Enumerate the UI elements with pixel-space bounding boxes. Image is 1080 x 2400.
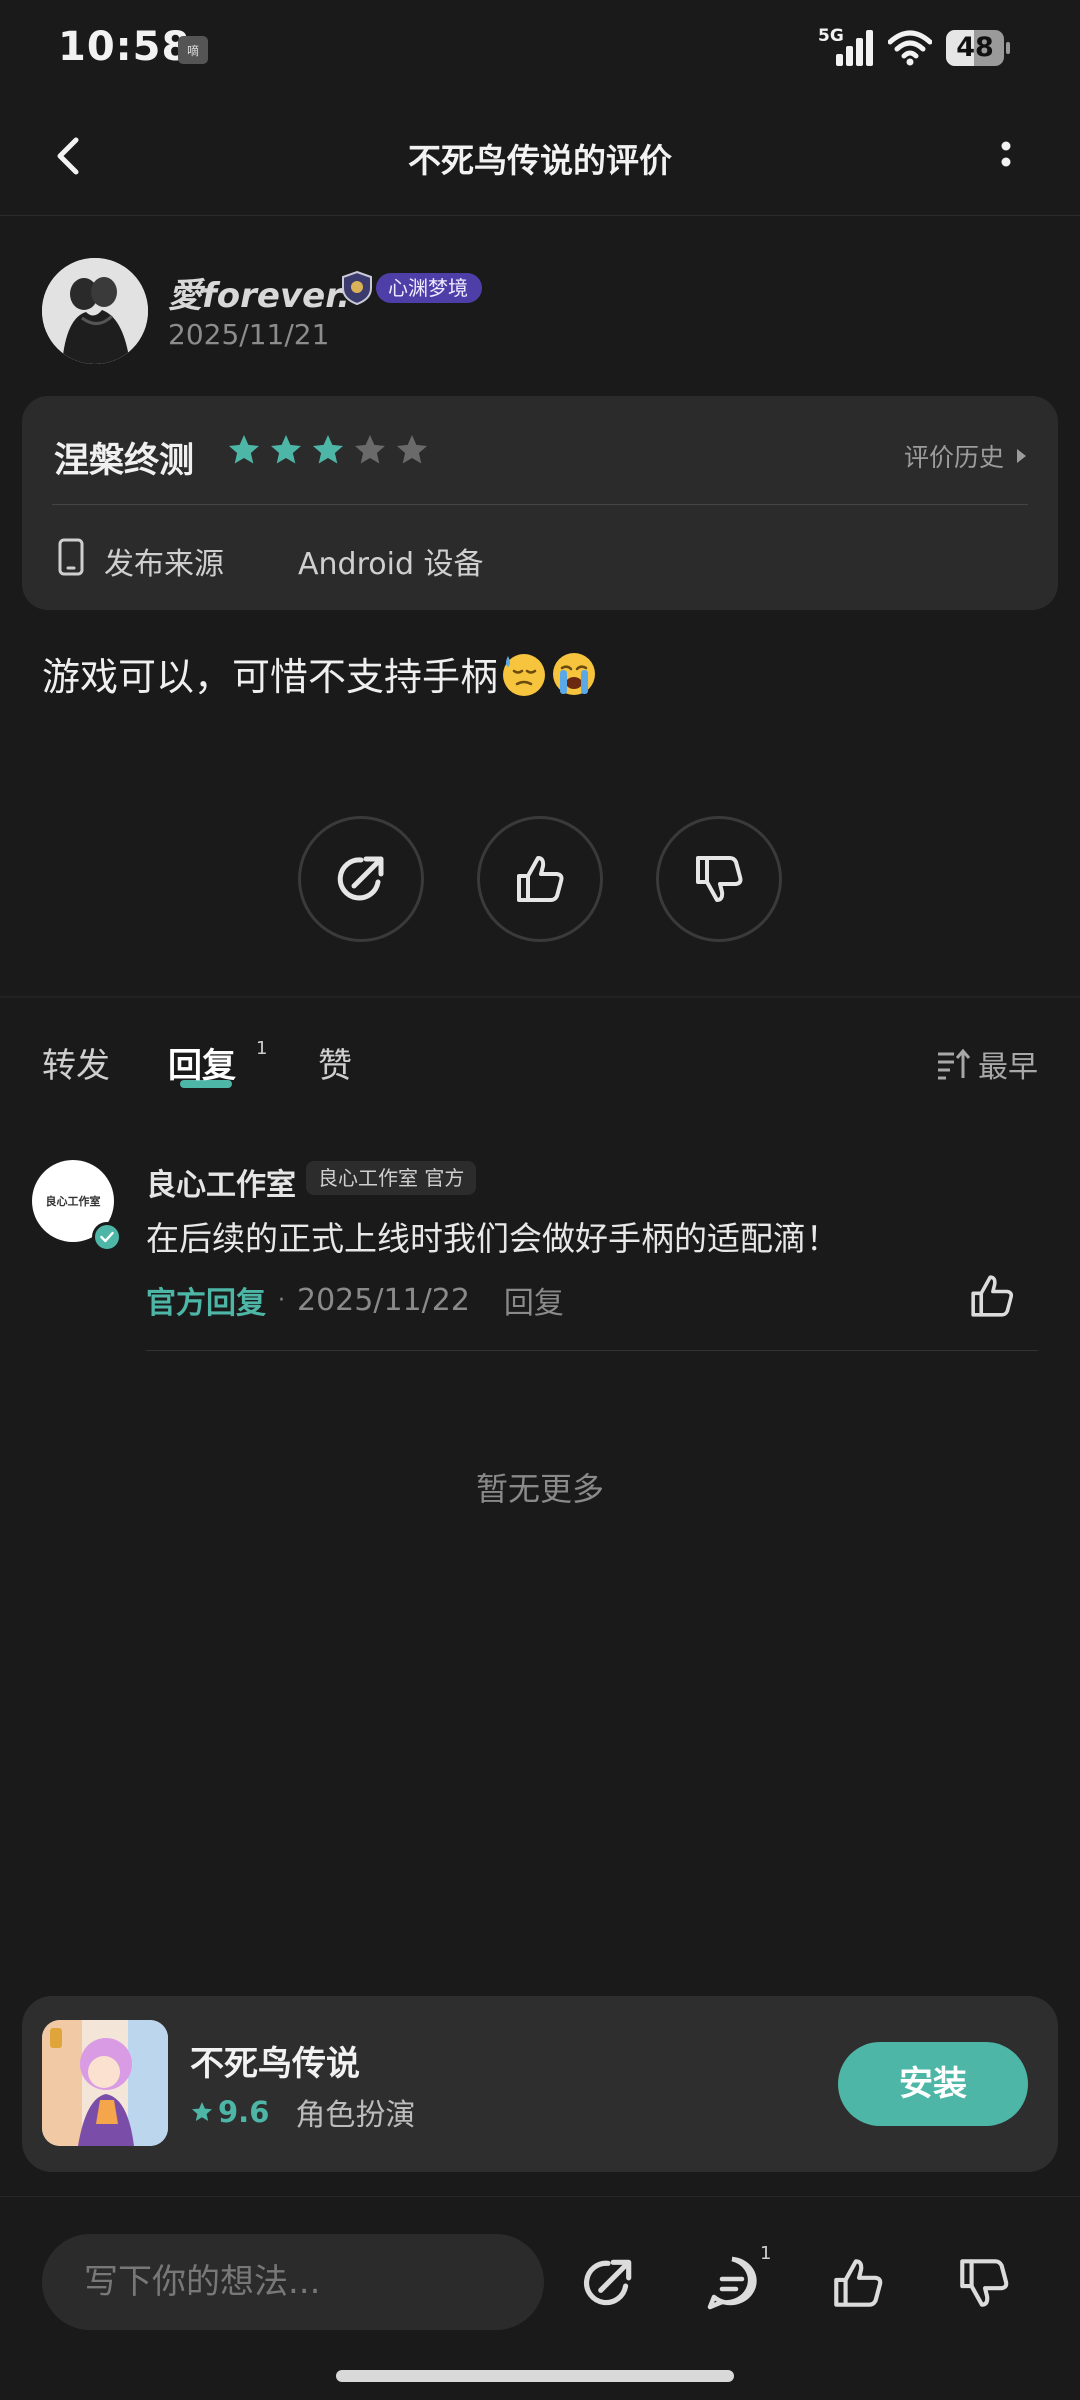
comment-input[interactable] xyxy=(42,2234,544,2330)
more-vertical-icon[interactable] xyxy=(984,126,1028,186)
reply-date: 2025/11/22 xyxy=(297,1282,470,1318)
star-filled-icon xyxy=(313,435,343,464)
meta-separator: · xyxy=(278,1287,285,1313)
review-text: 游戏可以，可惜不支持手柄 xyxy=(42,646,598,701)
reply-text: 在后续的正式上线时我们会做好手柄的适配滴！ xyxy=(146,1219,839,1258)
reply-button[interactable]: 回复 xyxy=(504,1278,564,1322)
review-info-card: 涅槃终测 评价历史 发布来源 Android 设备 xyxy=(22,396,1058,610)
rating-history-link[interactable]: 评价历史 xyxy=(904,438,1028,474)
star-filled-icon xyxy=(229,435,259,464)
page-title: 不死鸟传说的评价 xyxy=(408,141,672,180)
share-icon[interactable] xyxy=(578,2253,638,2313)
home-indicator[interactable] xyxy=(336,2370,734,2382)
signal-icon xyxy=(836,30,873,66)
replies-count: 1 xyxy=(256,1038,268,1059)
reply-tabs: 转发 回复 1 赞 最早 xyxy=(0,1030,1080,1090)
verified-icon xyxy=(92,1222,122,1252)
star-empty-icon xyxy=(355,435,385,464)
tab-forwards[interactable]: 转发 xyxy=(42,1038,110,1087)
notification-app-icon: 嘀 xyxy=(178,36,208,64)
tab-likes[interactable]: 赞 xyxy=(318,1038,352,1087)
author-badge[interactable]: 心渊梦境 xyxy=(340,270,482,306)
dislike-button[interactable] xyxy=(656,816,782,942)
source-value: Android 设备 xyxy=(298,547,484,582)
downcast-sweat-emoji xyxy=(503,653,546,696)
official-tag: 良心工作室 官方 xyxy=(306,1161,477,1195)
sort-toggle[interactable]: 最早 xyxy=(936,1042,1038,1086)
comment-count: 1 xyxy=(760,2243,772,2264)
post-date: 2025/11/21 xyxy=(168,318,330,351)
status-bar: 10:58 嘀 5G 48 xyxy=(0,0,1080,100)
share-button[interactable] xyxy=(298,816,424,942)
app-name: 不死鸟传说 xyxy=(190,2044,360,2084)
official-reply-label: 官方回复 xyxy=(146,1286,266,1321)
tab-replies[interactable]: 回复 xyxy=(168,1038,236,1087)
navigation-bar: 不死鸟传说的评价 xyxy=(0,100,1080,216)
badge-label: 心渊梦境 xyxy=(376,273,482,303)
star-icon xyxy=(192,2102,212,2121)
game-version-title: 涅槃终测 xyxy=(54,441,195,481)
history-label: 评价历史 xyxy=(903,443,1004,472)
app-genre: 角色扮演 xyxy=(295,2098,416,2133)
app-icon[interactable] xyxy=(42,2020,168,2146)
shield-badge-icon xyxy=(342,270,372,306)
reply-meta: 官方回复 · 2025/11/22 回复 xyxy=(146,1278,564,1322)
status-time: 10:58 xyxy=(58,24,191,70)
reply-thumbs-up-icon[interactable] xyxy=(966,1270,1018,1322)
section-divider xyxy=(0,996,1080,998)
app-card[interactable]: 不死鸟传说 9.6 角色扮演 安装 xyxy=(22,1996,1058,2172)
sort-icon xyxy=(938,1048,970,1080)
sort-label: 最早 xyxy=(978,1050,1038,1085)
caret-right-icon xyxy=(1017,449,1026,463)
reply-divider xyxy=(146,1350,1038,1351)
reply-author-name[interactable]: 良心工作室 xyxy=(146,1160,296,1204)
wifi-icon xyxy=(888,30,932,66)
thumbs-down-icon xyxy=(696,856,743,902)
like-button[interactable] xyxy=(477,816,603,942)
list-end-text: 暂无更多 xyxy=(475,1470,604,1508)
star-empty-icon xyxy=(397,435,427,464)
app-score: 9.6 xyxy=(218,2095,270,2129)
author-name[interactable]: 愛forever. xyxy=(168,268,350,317)
review-actions xyxy=(298,816,782,942)
author-avatar[interactable] xyxy=(42,258,148,364)
thumbs-up-icon xyxy=(517,856,564,902)
loudly-crying-emoji xyxy=(553,652,596,695)
thumbs-up-icon[interactable] xyxy=(828,2253,888,2313)
source-label: 发布来源 xyxy=(104,547,224,582)
app-rating: 9.6 角色扮演 xyxy=(190,2090,415,2134)
card-divider xyxy=(52,504,1028,505)
thumbs-down-icon[interactable] xyxy=(954,2253,1014,2313)
comment-icon[interactable] xyxy=(702,2253,762,2313)
phone-icon xyxy=(58,538,84,576)
battery-text: 48 xyxy=(956,32,994,63)
studio-avatar-text: 良心工作室 xyxy=(45,1195,101,1208)
install-button[interactable]: 安装 xyxy=(838,2042,1028,2126)
star-filled-icon xyxy=(271,435,301,464)
battery-icon: 48 xyxy=(946,30,1010,66)
share-icon xyxy=(337,856,384,901)
rating-stars xyxy=(226,432,430,468)
review-body: 游戏可以，可惜不支持手柄 xyxy=(42,655,499,699)
